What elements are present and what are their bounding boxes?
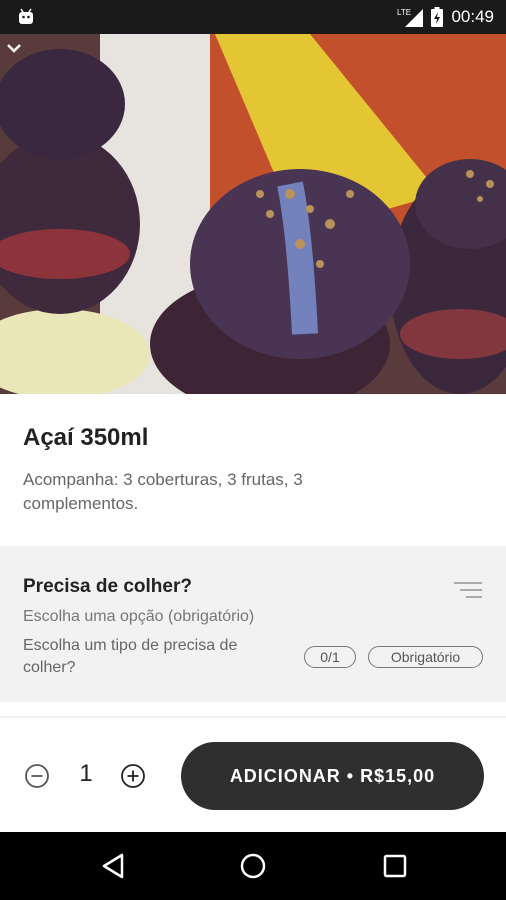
cart-bar: 1 ADICIONAR • R$15,00 — [0, 718, 506, 832]
navigation-bar — [0, 832, 506, 900]
back-triangle-icon[interactable] — [100, 852, 128, 880]
home-circle-icon[interactable] — [239, 852, 267, 880]
option-group-spoon[interactable]: Precisa de colher? Escolha uma opção (ob… — [0, 546, 506, 702]
android-icon — [19, 8, 33, 24]
battery-charging-icon — [431, 7, 444, 27]
selection-count-badge: 0/1 — [304, 646, 356, 668]
option-group-title: Precisa de colher? — [23, 576, 192, 597]
product-title: Açaí 350ml — [23, 424, 149, 451]
filter-icon — [454, 582, 482, 598]
quantity-value: 1 — [79, 760, 93, 787]
product-image — [0, 34, 506, 394]
add-to-cart-button[interactable]: ADICIONAR • R$15,00 — [181, 742, 484, 810]
minus-circle-icon[interactable] — [24, 763, 50, 789]
recents-square-icon[interactable] — [381, 852, 409, 880]
option-group-question: Escolha um tipo de precisa de colher? — [23, 637, 238, 676]
required-badge: Obrigatório — [368, 646, 483, 668]
lte-signal-icon: LTE — [397, 8, 424, 27]
lte-label: LTE — [397, 8, 411, 17]
product-description: Acompanha: 3 coberturas, 3 frutas, 3 com… — [23, 470, 303, 513]
option-group-subtitle: Escolha uma opção (obrigatório) — [23, 608, 255, 625]
chevron-down-icon[interactable] — [0, 34, 28, 62]
status-bar: LTE 00:49 — [0, 0, 506, 34]
status-time: 00:49 — [451, 7, 494, 26]
acai-photo — [0, 34, 506, 394]
plus-circle-icon[interactable] — [120, 763, 146, 789]
